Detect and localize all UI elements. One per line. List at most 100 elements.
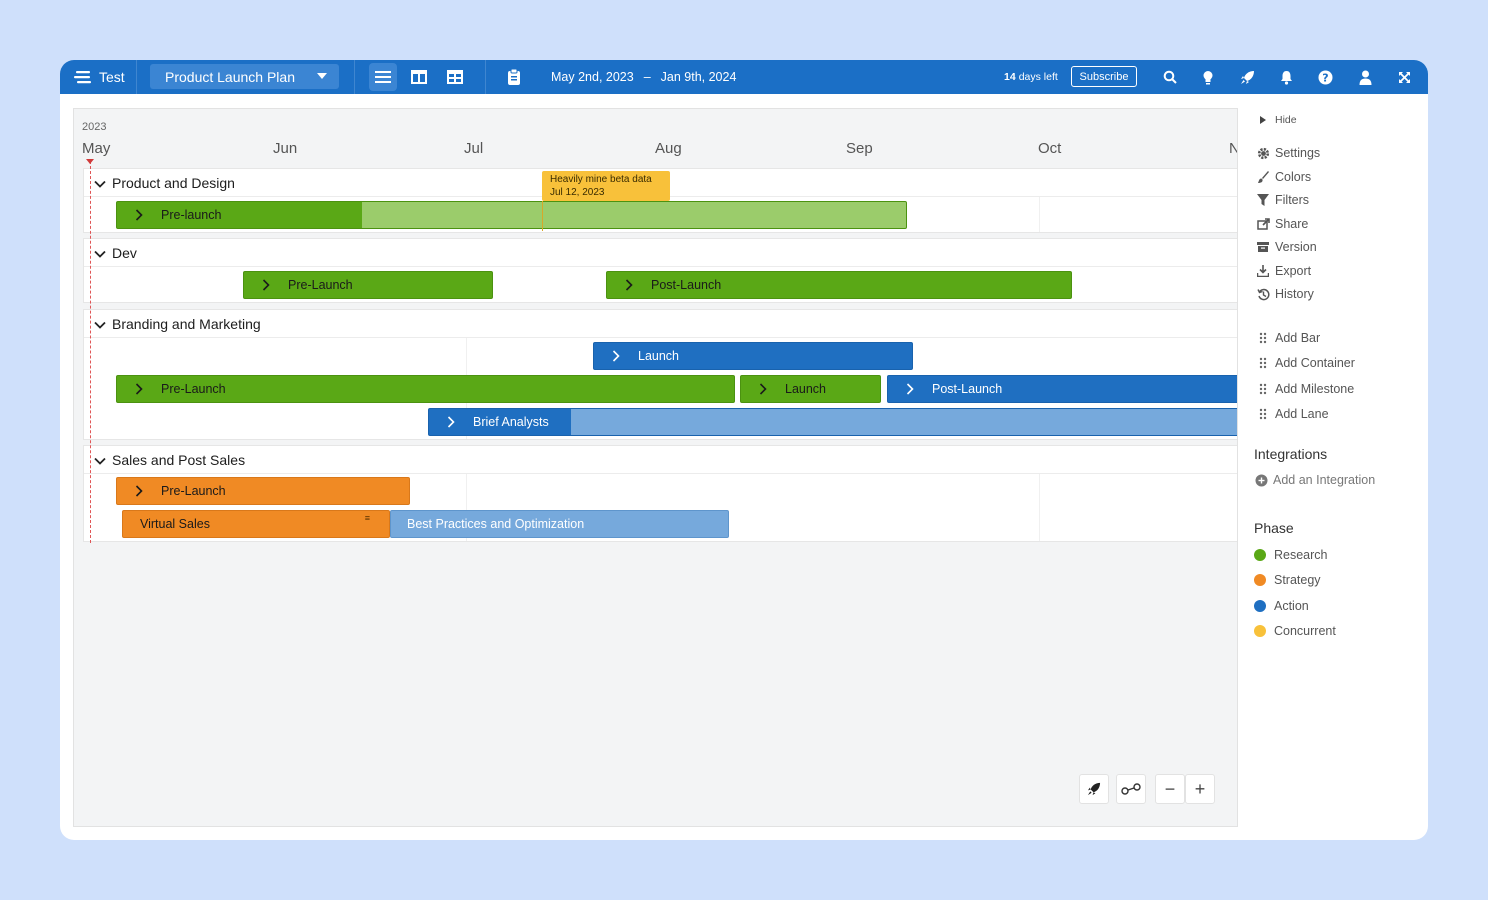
drag-handle-icon[interactable]: ≡ xyxy=(365,513,370,523)
timeline-bar[interactable]: Launch xyxy=(593,342,913,370)
date-dash: – xyxy=(643,70,651,84)
phase-dot xyxy=(1254,549,1266,561)
phase-strategy[interactable]: Strategy xyxy=(1254,572,1321,588)
timeline-bar[interactable]: Post-Launch xyxy=(606,271,1072,299)
chevron-right-icon[interactable] xyxy=(888,376,932,402)
list-view-button[interactable] xyxy=(369,63,397,91)
phase-concurrent[interactable]: Concurrent xyxy=(1254,623,1336,639)
rocket-icon xyxy=(1087,782,1101,796)
board-view-button[interactable] xyxy=(405,63,433,91)
timeline-bar[interactable]: Pre-launch xyxy=(116,201,907,229)
menu-filters[interactable]: Filters xyxy=(1256,192,1309,208)
workspace-menu[interactable]: Test xyxy=(74,60,125,94)
chevron-right-icon[interactable] xyxy=(117,376,161,402)
lane-sales-and-post-sales[interactable]: Sales and Post Sales Pre-Launch Virtual … xyxy=(83,445,1237,542)
menu-label: Colors xyxy=(1275,170,1312,184)
milestone-line xyxy=(542,201,543,231)
chevron-right-icon[interactable] xyxy=(429,409,473,435)
zoom-in-button[interactable]: + xyxy=(1185,774,1215,804)
add-integration-label: Add an Integration xyxy=(1273,473,1376,487)
timeline-bar[interactable]: Pre-Launch xyxy=(116,375,735,403)
caret-down-icon xyxy=(317,73,327,79)
brush-icon xyxy=(1256,170,1270,184)
user-icon[interactable] xyxy=(1356,68,1374,86)
help-icon[interactable]: ? xyxy=(1316,68,1334,86)
trial-days: 14 xyxy=(1004,71,1016,83)
plus-icon: + xyxy=(1194,778,1206,799)
phase-heading: Phase xyxy=(1254,520,1294,536)
bar-label: Pre-Launch xyxy=(161,484,226,498)
grid-view-button[interactable] xyxy=(441,63,469,91)
lane-header[interactable]: Branding and Marketing xyxy=(84,310,1237,338)
share-icon xyxy=(1256,217,1270,231)
timeline-bar[interactable]: Virtual Sales ≡ xyxy=(122,510,390,538)
history-icon xyxy=(1256,287,1270,301)
add-container-button[interactable]: Add Container xyxy=(1256,355,1355,371)
launch-button[interactable] xyxy=(1079,774,1109,804)
chevron-down-icon[interactable] xyxy=(94,247,106,259)
chevron-right-icon[interactable] xyxy=(594,343,638,369)
menu-colors[interactable]: Colors xyxy=(1256,169,1311,185)
top-bar: Test Product Launch Plan May 2nd, 2023 –… xyxy=(60,60,1428,94)
integrations-heading: Integrations xyxy=(1254,446,1328,462)
lane-dev[interactable]: Dev Pre-Launch Post-Launch xyxy=(83,238,1237,303)
timeline-bar[interactable]: Brief Analysts xyxy=(428,408,1237,436)
rocket-icon[interactable] xyxy=(1238,68,1256,86)
chevron-right-icon[interactable] xyxy=(117,202,161,228)
menu-icon xyxy=(74,68,92,86)
today-marker-icon xyxy=(86,159,94,164)
menu-version[interactable]: Version xyxy=(1256,239,1317,255)
plan-selector[interactable]: Product Launch Plan xyxy=(150,64,339,89)
chevron-right-icon[interactable] xyxy=(117,478,161,504)
phase-action[interactable]: Action xyxy=(1254,598,1309,614)
menu-label: Version xyxy=(1275,240,1317,254)
phase-dot xyxy=(1254,574,1266,586)
menu-history[interactable]: History xyxy=(1256,286,1314,302)
menu-settings[interactable]: Settings xyxy=(1256,145,1320,161)
date-range[interactable]: May 2nd, 2023 – Jan 9th, 2024 xyxy=(551,60,736,94)
lane-header[interactable]: Dev xyxy=(84,239,1237,267)
chevron-right-icon[interactable] xyxy=(741,376,785,402)
dependencies-button[interactable] xyxy=(1116,774,1146,804)
milestone[interactable]: Heavily mine beta data Jul 12, 2023 xyxy=(542,171,670,201)
menu-export[interactable]: Export xyxy=(1256,263,1311,279)
month-label: Jul xyxy=(464,140,484,157)
divider xyxy=(354,60,355,94)
fullscreen-icon[interactable] xyxy=(1395,68,1413,86)
menu-label: Export xyxy=(1275,264,1312,278)
lane-branding-and-marketing[interactable]: Branding and Marketing Launch Pre-Launch… xyxy=(83,309,1237,440)
bar-progress-fill xyxy=(571,409,1237,435)
phase-research[interactable]: Research xyxy=(1254,547,1328,563)
timeline-bar[interactable]: Pre-Launch xyxy=(243,271,493,299)
today-line xyxy=(90,161,91,543)
subscribe-button[interactable]: Subscribe xyxy=(1071,66,1137,87)
chevron-down-icon[interactable] xyxy=(94,318,106,330)
chevron-down-icon[interactable] xyxy=(94,454,106,466)
zoom-out-button[interactable]: − xyxy=(1155,774,1185,804)
bell-icon[interactable] xyxy=(1277,68,1295,86)
phase-label: Action xyxy=(1274,599,1309,613)
hide-sidebar-button[interactable]: Hide xyxy=(1256,112,1297,128)
add-label: Add Bar xyxy=(1275,331,1321,345)
timeline-bar[interactable]: Post-Launch xyxy=(887,375,1237,403)
timeline-bar[interactable]: Best Practices and Optimization xyxy=(390,510,729,538)
clipboard-icon[interactable] xyxy=(505,68,523,86)
search-icon[interactable] xyxy=(1161,68,1179,86)
menu-share[interactable]: Share xyxy=(1256,216,1308,232)
timeline-bar[interactable]: Pre-Launch xyxy=(116,477,410,505)
timeline-bar[interactable]: Launch xyxy=(740,375,881,403)
chevron-down-icon[interactable] xyxy=(94,177,106,189)
caret-right-icon xyxy=(1256,113,1270,127)
chevron-right-icon[interactable] xyxy=(244,272,288,298)
add-lane-button[interactable]: Add Lane xyxy=(1256,406,1329,422)
lane-header[interactable]: Sales and Post Sales xyxy=(84,446,1237,474)
add-milestone-button[interactable]: Add Milestone xyxy=(1256,381,1354,397)
lightbulb-icon[interactable] xyxy=(1199,68,1217,86)
add-integration-button[interactable]: Add an Integration xyxy=(1254,472,1375,488)
add-bar-button[interactable]: Add Bar xyxy=(1256,330,1320,346)
drag-grip-icon xyxy=(1256,331,1270,345)
date-start: May 2nd, 2023 xyxy=(551,70,634,84)
add-label: Add Lane xyxy=(1275,407,1329,421)
timeline-canvas[interactable]: 2023 May Jun Jul Aug Sep Oct N Product a… xyxy=(73,108,1238,827)
chevron-right-icon[interactable] xyxy=(607,272,651,298)
